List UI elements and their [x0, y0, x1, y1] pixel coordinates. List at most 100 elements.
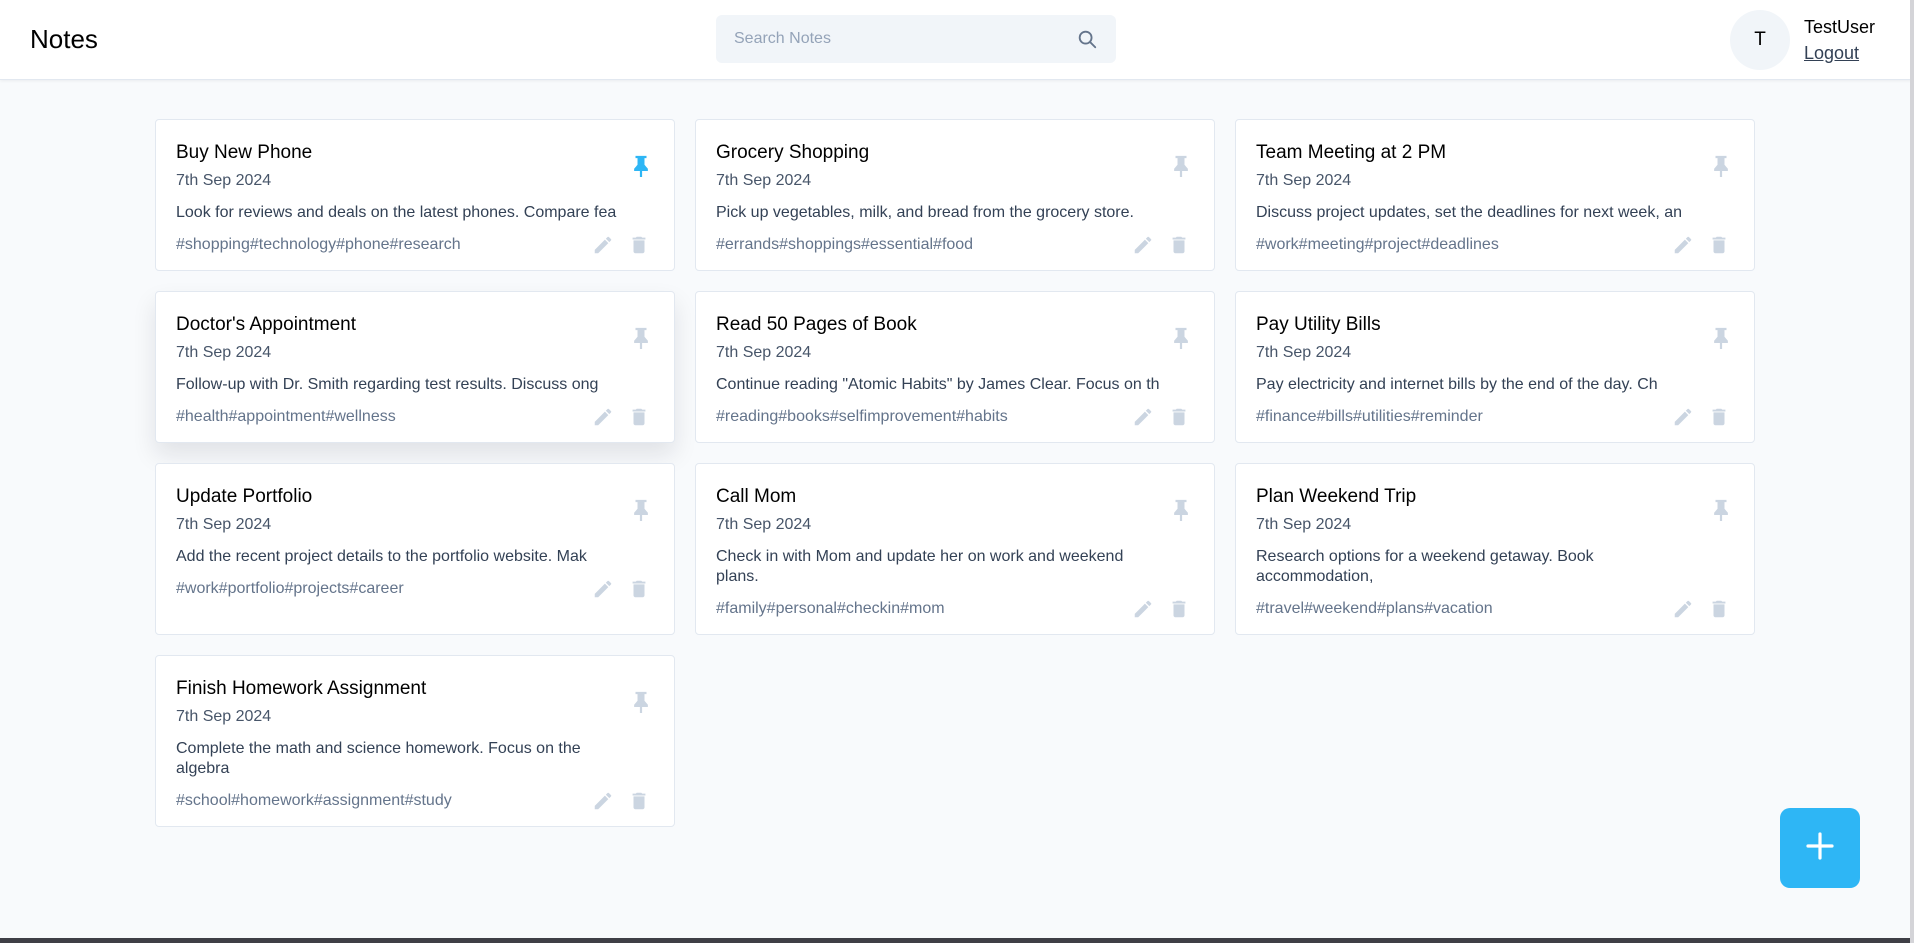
note-content: Complete the math and science homework. …	[176, 740, 581, 777]
note-actions	[1132, 598, 1190, 620]
note-card[interactable]: Update Portfolio 7th Sep 2024 Add the re…	[155, 463, 675, 635]
note-footer: #family#personal#checkin#mom	[716, 598, 1194, 620]
pencil-icon[interactable]	[1132, 598, 1154, 620]
note-footer: #work#meeting#project#deadlines	[1256, 234, 1734, 256]
avatar: T	[1730, 10, 1790, 70]
note-footer: #reading#books#selfimprovement#habits	[716, 406, 1194, 428]
pencil-icon[interactable]	[592, 234, 614, 256]
pin-icon[interactable]	[630, 154, 652, 178]
pencil-icon[interactable]	[1672, 234, 1694, 256]
pencil-icon[interactable]	[1132, 234, 1154, 256]
note-date: 7th Sep 2024	[176, 172, 272, 189]
note-title: Doctor's Appointment	[176, 314, 356, 335]
pin-icon[interactable]	[1710, 498, 1732, 522]
note-content: Discuss project updates, set the deadlin…	[1256, 204, 1683, 221]
note-content: Follow-up with Dr. Smith regarding test …	[176, 376, 599, 393]
trash-icon[interactable]	[628, 234, 650, 256]
pin-icon[interactable]	[1170, 326, 1192, 350]
note-content: Look for reviews and deals on the latest…	[176, 204, 617, 221]
note-actions	[592, 790, 650, 812]
note-date: 7th Sep 2024	[176, 708, 272, 725]
pencil-icon[interactable]	[592, 578, 614, 600]
pin-icon[interactable]	[1170, 154, 1192, 178]
app-title: Notes	[30, 24, 98, 54]
note-card[interactable]: Buy New Phone 7th Sep 2024 Look for revi…	[155, 119, 675, 271]
note-actions	[592, 234, 650, 256]
note-date: 7th Sep 2024	[1256, 172, 1352, 189]
search-icon[interactable]	[1076, 28, 1098, 50]
trash-icon[interactable]	[1708, 234, 1730, 256]
logout-button[interactable]: Logout	[1804, 40, 1875, 66]
note-date: 7th Sep 2024	[716, 516, 812, 533]
trash-icon[interactable]	[1168, 598, 1190, 620]
search-bar[interactable]	[716, 15, 1116, 63]
note-footer: #errands#shoppings#essential#food	[716, 234, 1194, 256]
note-card[interactable]: Plan Weekend Trip 7th Sep 2024 Research …	[1235, 463, 1755, 635]
note-tags: #travel#weekend#plans#vacation	[1256, 600, 1493, 617]
note-tags: #health#appointment#wellness	[176, 408, 396, 425]
note-card[interactable]: Call Mom 7th Sep 2024 Check in with Mom …	[695, 463, 1215, 635]
note-card[interactable]: Pay Utility Bills 7th Sep 2024 Pay elect…	[1235, 291, 1755, 443]
trash-icon[interactable]	[1708, 406, 1730, 428]
trash-icon[interactable]	[1708, 598, 1730, 620]
note-tags: #work#meeting#project#deadlines	[1256, 236, 1499, 253]
add-note-button[interactable]	[1780, 808, 1860, 888]
note-date: 7th Sep 2024	[1256, 344, 1352, 361]
username: TestUser	[1804, 17, 1876, 37]
trash-icon[interactable]	[1168, 406, 1190, 428]
trash-icon[interactable]	[628, 790, 650, 812]
note-tags: #errands#shoppings#essential#food	[716, 236, 974, 253]
search-input[interactable]	[734, 30, 1076, 48]
pencil-icon[interactable]	[1132, 406, 1154, 428]
note-card[interactable]: Team Meeting at 2 PM 7th Sep 2024 Discus…	[1235, 119, 1755, 271]
note-footer: #school#homework#assignment#study	[176, 790, 654, 812]
navbar: Notes T TestUser Logout	[0, 0, 1914, 80]
note-footer: #travel#weekend#plans#vacation	[1256, 598, 1734, 620]
note-title: Finish Homework Assignment	[176, 678, 427, 699]
pencil-icon[interactable]	[1672, 598, 1694, 620]
pin-icon[interactable]	[630, 498, 652, 522]
pin-icon[interactable]	[1170, 498, 1192, 522]
note-tags: #school#homework#assignment#study	[176, 792, 452, 809]
note-tags: #family#personal#checkin#mom	[716, 600, 945, 617]
note-title: Call Mom	[716, 486, 797, 507]
note-actions	[1672, 598, 1730, 620]
note-content: Pick up vegetables, milk, and bread from…	[716, 204, 1134, 221]
note-content: Continue reading "Atomic Habits" by Jame…	[716, 376, 1160, 393]
pencil-icon[interactable]	[592, 406, 614, 428]
pin-icon[interactable]	[1710, 154, 1732, 178]
note-title: Update Portfolio	[176, 486, 313, 507]
note-date: 7th Sep 2024	[716, 344, 812, 361]
note-date: 7th Sep 2024	[716, 172, 812, 189]
trash-icon[interactable]	[628, 578, 650, 600]
window-bottom-border	[0, 938, 1914, 943]
pin-icon[interactable]	[630, 326, 652, 350]
note-card[interactable]: Doctor's Appointment 7th Sep 2024 Follow…	[155, 291, 675, 443]
note-card[interactable]: Grocery Shopping 7th Sep 2024 Pick up ve…	[695, 119, 1215, 271]
trash-icon[interactable]	[1168, 234, 1190, 256]
pencil-icon[interactable]	[1672, 406, 1694, 428]
note-actions	[592, 406, 650, 428]
note-tags: #reading#books#selfimprovement#habits	[716, 408, 1008, 425]
note-date: 7th Sep 2024	[1256, 516, 1352, 533]
pencil-icon[interactable]	[592, 790, 614, 812]
pin-icon[interactable]	[630, 690, 652, 714]
note-content: Add the recent project details to the po…	[176, 548, 587, 565]
pin-icon[interactable]	[1710, 326, 1732, 350]
trash-icon[interactable]	[628, 406, 650, 428]
note-title: Grocery Shopping	[716, 142, 870, 163]
note-title: Buy New Phone	[176, 142, 313, 163]
note-footer: #finance#bills#utilities#reminder	[1256, 406, 1734, 428]
note-card[interactable]: Read 50 Pages of Book 7th Sep 2024 Conti…	[695, 291, 1215, 443]
note-title: Plan Weekend Trip	[1256, 486, 1417, 507]
user-profile: T TestUser Logout	[1730, 10, 1875, 70]
note-actions	[1672, 406, 1730, 428]
note-actions	[592, 578, 650, 600]
note-tags: #work#portfolio#projects#career	[176, 580, 404, 597]
note-date: 7th Sep 2024	[176, 516, 272, 533]
note-title: Pay Utility Bills	[1256, 314, 1381, 335]
scrollbar-track[interactable]	[1910, 0, 1914, 943]
notes-grid: Buy New Phone 7th Sep 2024 Look for revi…	[155, 119, 1756, 827]
note-card[interactable]: Finish Homework Assignment 7th Sep 2024 …	[155, 655, 675, 827]
note-content: Pay electricity and internet bills by th…	[1256, 376, 1658, 393]
